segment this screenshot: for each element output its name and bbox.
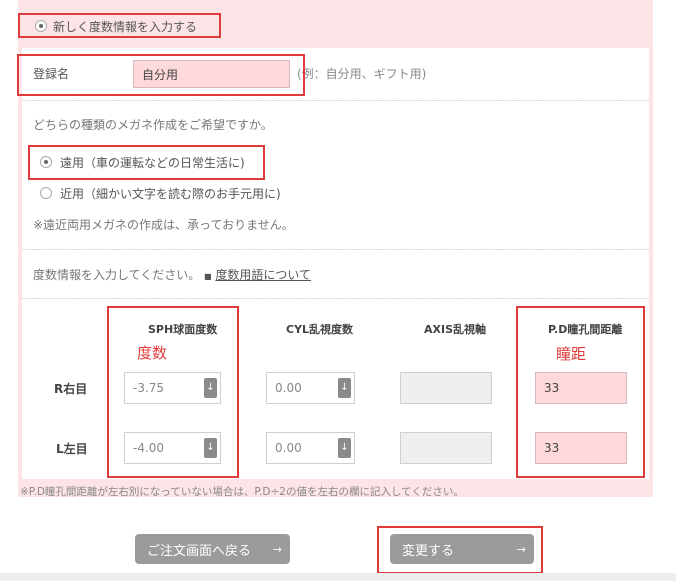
divider xyxy=(22,249,649,250)
bottom-strip xyxy=(0,573,676,581)
terms-link-label[interactable]: 度数用語について xyxy=(215,268,311,282)
near-option-label[interactable]: 近用（細かい文字を読む際のお手元用に) xyxy=(60,185,281,202)
back-to-order-button[interactable]: ご注文画面へ戻る → xyxy=(135,534,290,564)
bifocal-note: ※遠近両用メガネの作成は、承っておりません。 xyxy=(33,218,294,232)
row-label-right: R右目 xyxy=(54,382,88,396)
highlight-new-entry xyxy=(18,13,221,38)
divider xyxy=(22,298,649,299)
highlight-registration xyxy=(17,54,305,96)
cyl-right-value: 0.00 xyxy=(275,381,302,395)
highlight-pd-column xyxy=(516,306,645,478)
highlight-distance-option xyxy=(28,145,265,180)
column-axis: AXIS乱視軸 xyxy=(424,323,487,336)
cyl-right-stepper[interactable]: ↓ xyxy=(338,378,351,398)
column-cyl: CYL乱視度数 xyxy=(286,323,354,336)
axis-right-input xyxy=(400,372,492,404)
near-radio[interactable] xyxy=(40,187,52,199)
terms-link[interactable]: ■ 度数用語について xyxy=(204,266,311,283)
pd-footnote: ※P.D瞳孔間距離が左右別になっていない場合は、P.D÷2の値を左右の欄に記入し… xyxy=(20,486,464,498)
row-label-left: L左目 xyxy=(56,442,88,456)
prescription-intro: 度数情報を入力してください。 xyxy=(33,268,201,282)
registration-hint: (例：自分用、ギフト用) xyxy=(297,67,427,81)
highlight-sph-column xyxy=(107,306,239,478)
back-button-label: ご注文画面へ戻る xyxy=(147,543,252,559)
axis-left-input xyxy=(400,432,492,464)
document-icon: ■ xyxy=(204,272,212,281)
cyl-left-stepper[interactable]: ↓ xyxy=(338,438,351,458)
arrow-right-icon: → xyxy=(272,542,282,556)
highlight-submit-button xyxy=(377,526,543,574)
cyl-left-value: 0.00 xyxy=(275,441,302,455)
glasses-type-question: どちらの種類のメガネ作成をご希望ですか。 xyxy=(33,118,273,132)
divider xyxy=(22,100,649,101)
